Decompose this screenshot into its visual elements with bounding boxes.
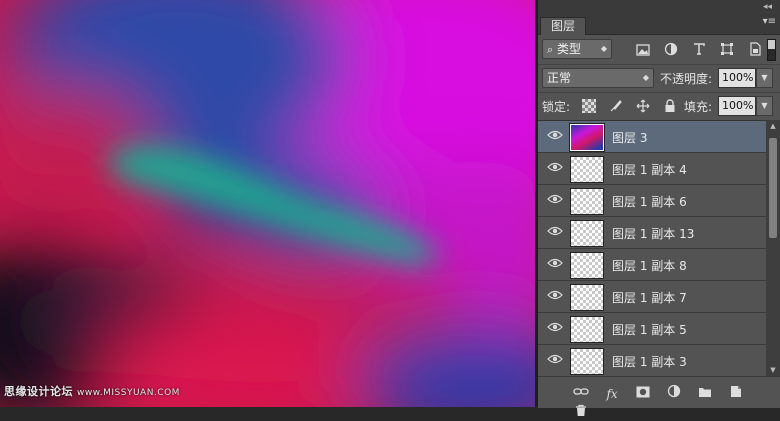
layers-panel: ◂◂ 图层 ▾≡ ⌕ 类型 ◆ 正常 ◆ 不透明度: 100% ▼ 锁定: 填充…	[538, 0, 780, 416]
tab-layers[interactable]: 图层	[540, 17, 587, 35]
fill-slider-toggle[interactable]: ▼	[756, 96, 773, 116]
scrollbar-thumb[interactable]	[769, 138, 777, 238]
layer-row[interactable]: 图层 1 副本 13	[538, 217, 766, 249]
filter-toggle-switch[interactable]	[767, 39, 776, 61]
lock-position-icon[interactable]	[636, 99, 650, 113]
layer-thumbnail	[570, 284, 604, 311]
layer-name: 图层 1 副本 6	[612, 195, 687, 209]
updown-arrow-icon: ◆	[642, 73, 649, 82]
layer-name: 图层 1 副本 8	[612, 259, 687, 273]
smart-object-filter-icon[interactable]	[746, 42, 764, 58]
panel-dock-bar: ◂◂	[538, 0, 780, 14]
adjustment-filter-icon[interactable]	[662, 42, 680, 58]
opacity-slider-toggle[interactable]: ▼	[756, 68, 773, 88]
lock-image-pixels-icon[interactable]	[609, 99, 623, 113]
layers-scrollbar[interactable]: ▲ ▼	[766, 120, 780, 376]
layer-row[interactable]: 图层 1 副本 5	[538, 313, 766, 345]
shape-filter-icon[interactable]	[718, 42, 736, 58]
visibility-eye-icon[interactable]	[547, 162, 563, 174]
layer-row[interactable]: 图层 1 副本 3	[538, 345, 766, 377]
opacity-label: 不透明度:	[660, 72, 713, 86]
blend-mode-value: 正常	[547, 71, 572, 85]
lock-row: 锁定: 填充: 100% ▼	[538, 92, 780, 121]
layer-thumbnail	[570, 316, 604, 343]
image-filter-icon[interactable]	[634, 44, 652, 60]
new-layer-icon[interactable]	[727, 385, 745, 401]
blend-mode-dropdown[interactable]: 正常 ◆	[542, 68, 654, 88]
collapse-panel-icon[interactable]: ◂◂	[763, 0, 772, 14]
layers-list: 图层 3 图层 1 副本 4 图层 1 副本 6 图层 1 副本 13 图层 1 副本 …	[538, 120, 766, 377]
fx-icon[interactable]: fx	[603, 386, 621, 402]
scroll-up-icon[interactable]: ▲	[766, 120, 780, 132]
visibility-eye-icon[interactable]	[547, 258, 563, 270]
filter-icons	[634, 41, 769, 60]
delete-layer-icon[interactable]	[572, 404, 590, 420]
layer-row[interactable]: 图层 1 副本 6	[538, 185, 766, 217]
layer-name: 图层 1 副本 5	[612, 323, 687, 337]
filter-kind-dropdown[interactable]: ⌕ 类型 ◆	[542, 39, 612, 59]
layer-filter-row: ⌕ 类型 ◆	[538, 36, 780, 64]
fill-field[interactable]: 100%	[718, 96, 756, 116]
visibility-eye-icon[interactable]	[547, 322, 563, 334]
layer-thumbnail	[570, 156, 604, 183]
layer-row[interactable]: 图层 3	[538, 121, 766, 153]
new-group-icon[interactable]	[696, 386, 714, 402]
blend-row: 正常 ◆ 不透明度: 100% ▼	[538, 64, 780, 93]
visibility-eye-icon[interactable]	[547, 226, 563, 238]
panel-menu-icon[interactable]: ▾≡	[763, 16, 776, 27]
canvas-artwork	[0, 0, 535, 407]
layer-name: 图层 1 副本 13	[612, 227, 695, 241]
layer-thumbnail	[569, 123, 605, 152]
type-filter-icon[interactable]	[690, 42, 708, 58]
watermark-url: www.MISSYUAN.COM	[77, 388, 180, 398]
lock-transparent-pixels-icon[interactable]	[582, 99, 596, 113]
watermark-text: 思缘设计论坛	[4, 385, 73, 398]
layer-name: 图层 1 副本 7	[612, 291, 687, 305]
lock-all-icon[interactable]	[663, 99, 677, 113]
scroll-down-icon[interactable]: ▼	[766, 364, 780, 376]
adjustment-layer-icon[interactable]	[665, 384, 683, 400]
visibility-eye-icon[interactable]	[547, 194, 563, 206]
filter-kind-label: 类型	[557, 42, 582, 56]
layer-name: 图层 1 副本 4	[612, 163, 687, 177]
layer-row[interactable]: 图层 1 副本 7	[538, 281, 766, 313]
layer-thumbnail	[570, 252, 604, 279]
layer-thumbnail	[570, 348, 604, 375]
layers-bottom-toolbar: fx	[538, 376, 780, 416]
watermark: 思缘设计论坛 www.MISSYUAN.COM	[4, 383, 180, 399]
layer-row[interactable]: 图层 1 副本 8	[538, 249, 766, 281]
visibility-eye-icon[interactable]	[547, 290, 563, 302]
add-mask-icon[interactable]	[634, 386, 652, 402]
fill-label: 填充:	[684, 100, 713, 114]
search-icon: ⌕	[547, 43, 554, 56]
layer-thumbnail	[570, 188, 604, 215]
visibility-eye-icon[interactable]	[547, 130, 563, 142]
lock-label: 锁定:	[542, 100, 571, 114]
link-layers-icon[interactable]	[572, 386, 590, 402]
layer-name: 图层 1 副本 3	[612, 355, 687, 369]
visibility-eye-icon[interactable]	[547, 354, 563, 366]
lock-icons	[582, 98, 685, 117]
updown-arrow-icon: ◆	[600, 44, 607, 53]
document-canvas[interactable]: 思缘设计论坛 www.MISSYUAN.COM	[0, 0, 535, 407]
layer-row[interactable]: 图层 1 副本 4	[538, 153, 766, 185]
layer-thumbnail	[570, 220, 604, 247]
panel-tab-bar: 图层 ▾≡	[538, 14, 780, 35]
opacity-field[interactable]: 100%	[718, 68, 756, 88]
layer-name: 图层 3	[612, 131, 648, 145]
